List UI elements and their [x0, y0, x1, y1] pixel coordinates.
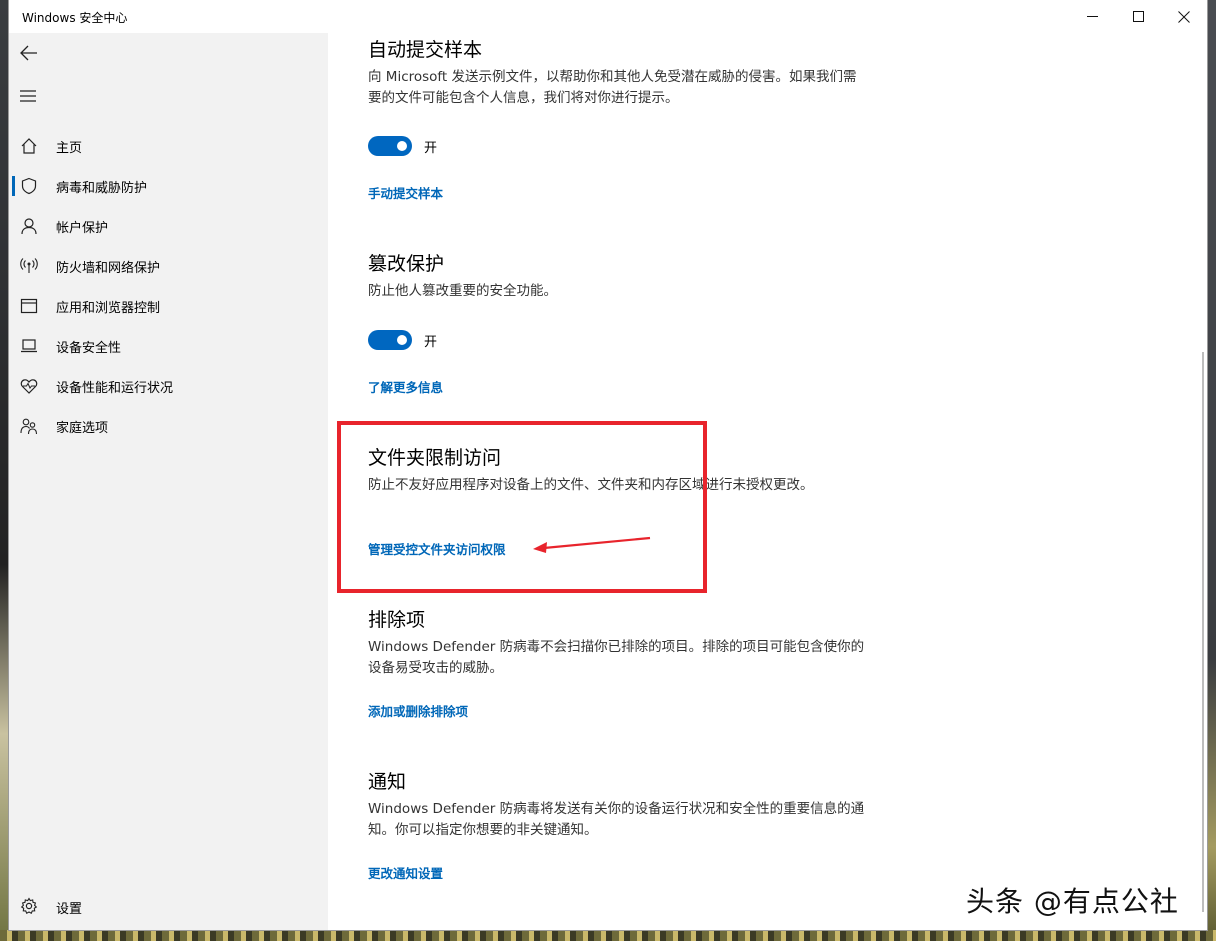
active-indicator — [12, 176, 15, 196]
section-description: 向 Microsoft 发送示例文件，以帮助你和其他人免受潜在威胁的侵害。如果我… — [368, 69, 857, 106]
title-bar[interactable]: Windows 安全中心 — [9, 0, 1207, 33]
sidebar-item-home[interactable]: 主页 — [9, 126, 328, 166]
sidebar-item-label: 病毒和威胁防护 — [56, 180, 148, 196]
red-highlight-box — [337, 421, 707, 593]
sidebar-nav: 主页 病毒和威胁防护 帐户保护 防火墙和网络保护 应用和浏览器控制 设备安全性 … — [9, 126, 328, 446]
tamper-protection-toggle[interactable] — [368, 330, 412, 350]
sidebar-item-device-health[interactable]: 设备性能和运行状况 — [9, 366, 328, 406]
manual-submit-link[interactable]: 手动提交样本 — [368, 183, 443, 202]
red-arrow-annotation — [533, 536, 651, 553]
toggle-knob — [397, 335, 407, 345]
sidebar-item-label: 设备安全性 — [56, 340, 122, 356]
sidebar-item-family[interactable]: 家庭选项 — [9, 406, 328, 446]
maximize-icon — [1132, 11, 1144, 22]
sidebar-item-account[interactable]: 帐户保护 — [9, 206, 328, 246]
sidebar-item-label: 防火墙和网络保护 — [56, 260, 161, 276]
minimize-icon — [1086, 16, 1098, 17]
hamburger-icon — [20, 90, 36, 102]
watermark: 头条 @有点公社 — [966, 885, 1179, 918]
auto-submit-section: 自动提交样本 向 Microsoft 发送示例文件，以帮助你和其他人免受潜在威胁… — [368, 37, 868, 109]
desktop-background-bottom — [0, 930, 1216, 941]
toggle-state-label: 开 — [424, 140, 438, 156]
auto-submit-toggle-row: 开 — [368, 136, 437, 156]
exclusions-section: 排除项 Windows Defender 防病毒不会扫描你已排除的项目。排除的项… — [368, 607, 868, 679]
toggle-knob — [397, 141, 407, 151]
sidebar-item-label: 家庭选项 — [56, 420, 109, 436]
sidebar-item-label: 设备性能和运行状况 — [56, 380, 174, 396]
section-description: Windows Defender 防病毒将发送有关你的设备运行状况和安全性的重要… — [368, 801, 865, 838]
section-title: 排除项 — [368, 609, 426, 631]
sidebar-item-label: 帐户保护 — [56, 220, 109, 236]
laptop-icon — [20, 337, 38, 355]
section-title: 自动提交样本 — [368, 39, 483, 61]
change-notification-settings-link[interactable]: 更改通知设置 — [368, 863, 443, 882]
section-description: Windows Defender 防病毒不会扫描你已排除的项目。排除的项目可能包… — [368, 639, 865, 676]
person-icon — [20, 217, 38, 235]
sidebar-item-app-browser[interactable]: 应用和浏览器控制 — [9, 286, 328, 326]
browser-window-icon — [20, 297, 38, 315]
heart-pulse-icon — [20, 377, 38, 395]
shield-icon — [20, 177, 38, 195]
tamper-toggle-row: 开 — [368, 330, 437, 350]
scrollbar[interactable] — [1202, 352, 1204, 912]
family-icon — [20, 417, 38, 435]
home-icon — [20, 137, 38, 155]
desktop-background-right — [1207, 0, 1216, 941]
sidebar-item-device-security[interactable]: 设备安全性 — [9, 326, 328, 366]
tamper-protection-section: 篡改保护 防止他人篡改重要的安全功能。 — [368, 251, 868, 302]
section-title: 通知 — [368, 771, 407, 793]
gear-icon — [20, 897, 38, 915]
section-description: 防止他人篡改重要的安全功能。 — [368, 283, 557, 299]
sidebar: 主页 病毒和威胁防护 帐户保护 防火墙和网络保护 应用和浏览器控制 设备安全性 … — [9, 33, 328, 930]
add-remove-exclusions-link[interactable]: 添加或删除排除项 — [368, 701, 468, 720]
antenna-icon — [20, 257, 38, 275]
close-button[interactable] — [1161, 0, 1207, 33]
auto-submit-toggle[interactable] — [368, 136, 412, 156]
maximize-button[interactable] — [1115, 0, 1161, 33]
menu-button[interactable] — [19, 88, 43, 110]
toggle-state-label: 开 — [424, 334, 438, 350]
back-button[interactable] — [19, 43, 43, 65]
sidebar-item-virus-protection[interactable]: 病毒和威胁防护 — [9, 166, 328, 206]
close-icon — [1178, 10, 1190, 23]
section-title: 篡改保护 — [368, 253, 445, 275]
window-title: Windows 安全中心 — [22, 11, 128, 25]
notifications-section: 通知 Windows Defender 防病毒将发送有关你的设备运行状况和安全性… — [368, 769, 868, 841]
sidebar-item-firewall[interactable]: 防火墙和网络保护 — [9, 246, 328, 286]
back-arrow-icon — [20, 45, 37, 61]
minimize-button[interactable] — [1069, 0, 1115, 33]
learn-more-link[interactable]: 了解更多信息 — [368, 377, 443, 396]
sidebar-item-settings[interactable]: 设置 — [9, 886, 328, 926]
settings-label: 设置 — [56, 902, 83, 917]
desktop-background-left — [0, 0, 9, 941]
sidebar-item-label: 主页 — [56, 140, 83, 156]
sidebar-item-label: 应用和浏览器控制 — [56, 300, 161, 316]
